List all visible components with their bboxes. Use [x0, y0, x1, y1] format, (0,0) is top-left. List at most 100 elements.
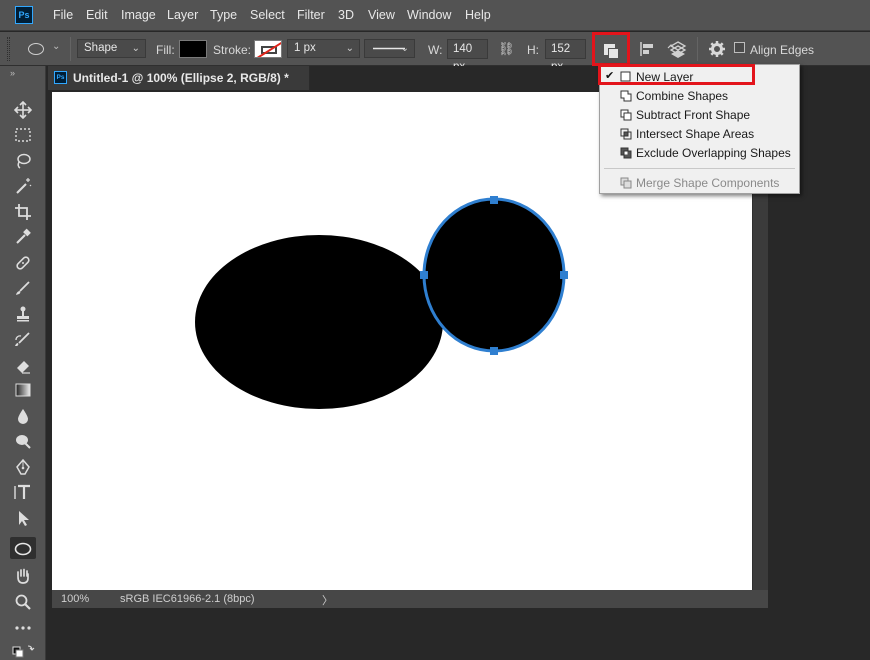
- more-tools[interactable]: [10, 616, 36, 638]
- stroke-width-dropdown[interactable]: 1 px ⌄: [287, 39, 360, 58]
- menu-filter[interactable]: Filter: [297, 8, 325, 22]
- dodge-tool[interactable]: [10, 429, 36, 451]
- crop-icon: [15, 204, 31, 220]
- lasso-icon: [17, 153, 31, 169]
- height-field[interactable]: 152 px: [545, 39, 586, 73]
- anchor-handle-top[interactable]: [490, 196, 498, 204]
- anchor-handle-left[interactable]: [420, 271, 428, 279]
- photoshop-window: Ps File Edit Image Layer Type Select Fil…: [0, 0, 870, 660]
- pen-tool[interactable]: [10, 455, 36, 477]
- tools-panel: »: [0, 66, 46, 660]
- tool-preset-picker[interactable]: ⌄: [20, 39, 70, 59]
- menu-window[interactable]: Window: [407, 8, 451, 22]
- menu-help[interactable]: Help: [465, 8, 491, 22]
- height-label: H:: [527, 43, 539, 57]
- document-tab[interactable]: Ps Untitled-1 @ 100% (Ellipse 2, RGB/8) …: [48, 66, 310, 90]
- merge-shape-components-icon: [620, 177, 632, 189]
- menu-image[interactable]: Image: [121, 8, 156, 22]
- menu-edit[interactable]: Edit: [86, 8, 108, 22]
- fill-label: Fill:: [156, 43, 175, 57]
- path-operations-button[interactable]: [592, 32, 630, 66]
- tool-mode-value: Shape: [84, 42, 118, 54]
- menu-view[interactable]: View: [368, 8, 395, 22]
- path-alignment-icon[interactable]: [638, 40, 656, 58]
- chevron-down-icon: ⌄: [52, 41, 61, 52]
- menu-layer[interactable]: Layer: [167, 8, 198, 22]
- stroke-type-dropdown[interactable]: ⌄: [364, 39, 415, 58]
- move-tool[interactable]: [10, 98, 36, 120]
- zoom-tool[interactable]: [10, 590, 36, 612]
- photoshop-logo: Ps: [15, 6, 33, 24]
- tool-mode-dropdown[interactable]: Shape ⌄: [77, 39, 146, 58]
- menu-select[interactable]: Select: [250, 8, 285, 22]
- type-tool[interactable]: [10, 480, 36, 502]
- menu-3d[interactable]: 3D: [338, 8, 354, 22]
- status-menu-chevron[interactable]: 〉: [322, 592, 333, 608]
- gradient-tool[interactable]: [10, 378, 36, 400]
- zoom-level[interactable]: 100%: [61, 593, 89, 605]
- menu-item-exclude-overlapping-shapes[interactable]: Exclude Overlapping Shapes: [600, 143, 799, 162]
- hand-tool[interactable]: [10, 564, 36, 586]
- options-bar: ⌄ Shape ⌄ Fill: Stroke: 1 px ⌄ ⌄ W: 140 …: [0, 32, 870, 73]
- menu-item-intersect-shape-areas[interactable]: Intersect Shape Areas: [600, 124, 799, 143]
- width-label: W:: [428, 43, 443, 57]
- chevron-down-icon: ⌄: [345, 43, 354, 54]
- document-ps-icon: Ps: [54, 71, 67, 84]
- fill-color-swatch[interactable]: [179, 40, 207, 58]
- menu-separator: [604, 168, 795, 169]
- menu-bar: Ps File Edit Image Layer Type Select Fil…: [0, 0, 870, 31]
- brush-tool[interactable]: [10, 276, 36, 298]
- ellipse-shape-2[interactable]: [422, 197, 566, 353]
- healing-brush-tool[interactable]: [10, 251, 36, 273]
- menu-type[interactable]: Type: [210, 8, 237, 22]
- path-arrangement-icon[interactable]: [667, 39, 689, 59]
- anchor-handle-bottom[interactable]: [490, 347, 498, 355]
- gradient-icon: [15, 383, 31, 397]
- width-field[interactable]: 140 px: [447, 39, 488, 73]
- arrow-cursor-icon: [19, 511, 29, 526]
- exclude-overlapping-shapes-icon: [620, 147, 632, 159]
- eyedropper-icon: [16, 228, 31, 244]
- path-selection-tool[interactable]: [10, 506, 36, 528]
- magic-wand-icon: [16, 178, 32, 194]
- ellipsis-icon: [15, 626, 31, 630]
- eraser-icon: [17, 361, 30, 374]
- options-bar-grip[interactable]: [7, 37, 10, 61]
- crop-tool[interactable]: [10, 200, 36, 222]
- stamp-icon: [17, 306, 29, 322]
- foreground-background-colors[interactable]: [10, 640, 36, 660]
- chevron-down-icon: ⌄: [400, 43, 409, 54]
- ellipse-tool[interactable]: [10, 537, 36, 559]
- bandage-icon: [16, 256, 30, 270]
- hand-icon: [17, 568, 29, 584]
- collapse-panel-icon[interactable]: »: [10, 68, 15, 78]
- path-operations-icon-front: [608, 48, 619, 59]
- no-color-slash-icon: [255, 41, 281, 57]
- eraser-tool[interactable]: [10, 353, 36, 375]
- stroke-color-swatch[interactable]: [254, 40, 282, 58]
- history-brush-tool[interactable]: [10, 327, 36, 349]
- divider: [697, 37, 698, 61]
- align-edges-checkbox[interactable]: [734, 42, 745, 53]
- menu-item-subtract-front-shape[interactable]: Subtract Front Shape: [600, 105, 799, 124]
- subtract-front-shape-icon: [620, 109, 632, 121]
- menu-item-label: Exclude Overlapping Shapes: [636, 146, 791, 160]
- magic-wand-tool[interactable]: [10, 174, 36, 196]
- menu-file[interactable]: File: [53, 8, 73, 22]
- gear-icon[interactable]: [708, 40, 726, 58]
- marquee-tool[interactable]: [10, 123, 36, 145]
- stroke-width-value: 1 px: [294, 42, 316, 54]
- menu-item-combine-shapes[interactable]: Combine Shapes: [600, 86, 799, 105]
- color-profile-info: sRGB IEC61966-2.1 (8bpc): [120, 593, 255, 605]
- eyedropper-tool[interactable]: [10, 225, 36, 247]
- pen-icon: [16, 458, 30, 475]
- lasso-tool[interactable]: [10, 149, 36, 171]
- magnifier-icon: [15, 594, 31, 610]
- clone-stamp-tool[interactable]: [10, 302, 36, 324]
- link-icon[interactable]: ⛓: [498, 41, 516, 57]
- blur-tool[interactable]: [10, 404, 36, 426]
- stroke-label: Stroke:: [213, 43, 252, 57]
- workspace-background: [48, 608, 870, 660]
- anchor-handle-right[interactable]: [560, 271, 568, 279]
- ellipse-shape-1[interactable]: [195, 235, 443, 409]
